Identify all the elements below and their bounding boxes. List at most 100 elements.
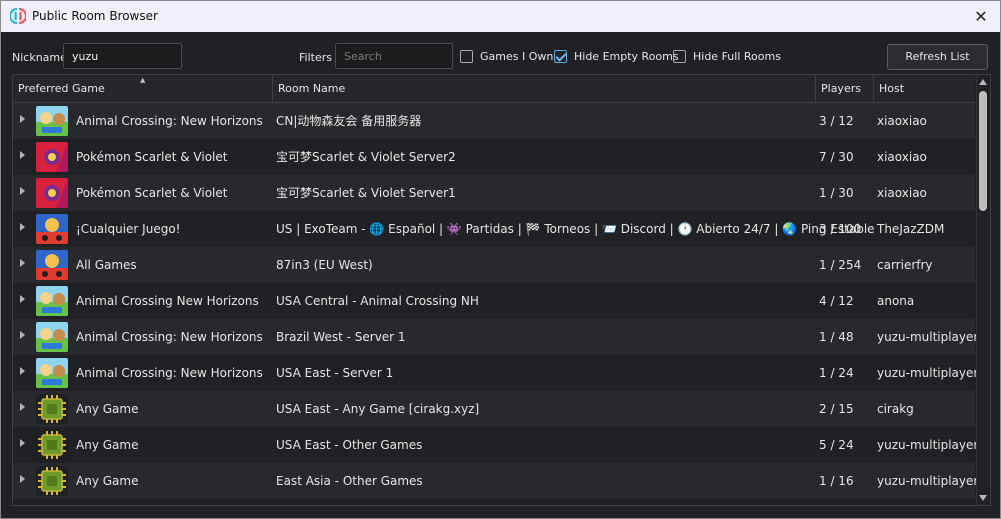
chip-icon <box>36 394 68 424</box>
players-cell: 1 / 254 <box>819 258 862 272</box>
room-name-cell: 宝可梦Scarlet & Violet Server2 <box>276 150 456 164</box>
expand-arrow-icon[interactable] <box>20 295 25 303</box>
preferred-game-cell: All Games <box>76 258 137 272</box>
room-list-table: Preferred Game ▲ Room Name Players Host … <box>12 74 991 506</box>
players-cell: 3 / 12 <box>819 114 854 128</box>
host-cell: xiaoxiao <box>877 186 927 200</box>
chip-icon <box>36 466 68 496</box>
table-row[interactable]: Animal Crossing: New Horizons CN|动物森友会 备用… <box>13 103 975 139</box>
expand-arrow-icon[interactable] <box>20 367 25 375</box>
expand-arrow-icon[interactable] <box>20 403 25 411</box>
hide-empty-rooms-checkbox[interactable]: Hide Empty Rooms <box>554 48 679 64</box>
players-cell: 7 / 30 <box>819 150 854 164</box>
preferred-game-cell: ¡Cualquier Juego! <box>76 222 181 236</box>
host-cell: xiaoxiao <box>877 150 927 164</box>
players-cell: 1 / 16 <box>819 474 854 488</box>
preferred-game-cell: Pokémon Scarlet & Violet <box>76 150 228 164</box>
public-room-browser-window: Public Room Browser ✕ Nickname Filters G… <box>0 0 1001 519</box>
expand-arrow-icon[interactable] <box>20 223 25 231</box>
room-name-cell: East Asia - Other Games <box>276 474 423 488</box>
search-input[interactable] <box>335 43 453 69</box>
room-name-cell: USA East - Other Games <box>276 438 423 452</box>
table-row[interactable]: Any Game USA East - Any Game [cirakg.xyz]… <box>13 391 975 427</box>
expand-arrow-icon[interactable] <box>20 259 25 267</box>
host-cell: TheJazZDM <box>877 222 945 236</box>
host-cell: yuzu-multiplayer <box>877 366 979 380</box>
preferred-game-cell: Animal Crossing: New Horizons <box>76 114 263 128</box>
expand-arrow-icon[interactable] <box>20 439 25 447</box>
preferred-game-cell: Animal Crossing New Horizons <box>76 294 259 308</box>
nickname-label: Nickname <box>12 51 67 64</box>
scroll-thumb[interactable] <box>979 91 987 211</box>
yuzu-app-icon <box>10 8 26 24</box>
preferred-game-cell: Animal Crossing: New Horizons <box>76 366 263 380</box>
players-cell: 2 / 15 <box>819 402 854 416</box>
games-i-own-checkbox[interactable]: Games I Own <box>460 48 553 64</box>
table-row[interactable]: Animal Crossing: New Horizons USA East - … <box>13 355 979 391</box>
scroll-up-arrow-icon[interactable] <box>979 79 987 85</box>
room-name-cell: CN|动物森友会 备用服务器 <box>276 114 422 128</box>
expand-arrow-icon[interactable] <box>20 187 25 195</box>
room-name-cell: 87in3 (EU West) <box>276 258 373 272</box>
refresh-list-button[interactable]: Refresh List <box>887 44 988 70</box>
room-name-cell: Brazil West - Server 1 <box>276 330 406 344</box>
players-cell: 5 / 24 <box>819 438 854 452</box>
preferred-game-cell: Any Game <box>76 474 139 488</box>
host-cell: yuzu-multiplayer <box>877 330 979 344</box>
column-header-host[interactable]: Host <box>874 75 975 102</box>
preferred-game-cell: Pokémon Scarlet & Violet <box>76 186 228 200</box>
toolbar: Nickname Filters Games I Own Hide Empty … <box>1 32 1000 74</box>
expand-arrow-icon[interactable] <box>20 115 25 123</box>
animal-crossing-thumb-icon <box>36 358 68 388</box>
hide-empty-rooms-label: Hide Empty Rooms <box>574 49 679 63</box>
preferred-game-cell: Any Game <box>76 438 139 452</box>
column-header-players[interactable]: Players <box>816 75 874 102</box>
pokemon-sv-thumb-icon <box>36 142 68 172</box>
players-cell: 1 / 30 <box>819 186 854 200</box>
table-row[interactable]: Animal Crossing New Horizons USA Central … <box>13 283 975 319</box>
room-name-cell: USA East - Any Game [cirakg.xyz] <box>276 402 480 416</box>
table-header: Preferred Game ▲ Room Name Players Host <box>13 75 975 103</box>
players-cell: 4 / 12 <box>819 294 854 308</box>
nickname-field[interactable] <box>63 43 182 69</box>
animal-crossing-thumb-icon <box>36 322 68 352</box>
room-name-cell: 宝可梦Scarlet & Violet Server1 <box>276 186 456 200</box>
preferred-game-cell: Animal Crossing: New Horizons <box>76 330 263 344</box>
animal-crossing-thumb-icon <box>36 286 68 316</box>
players-cell: 1 / 24 <box>819 366 854 380</box>
vertical-scrollbar[interactable] <box>976 75 990 505</box>
hide-empty-rooms-box[interactable] <box>554 49 567 63</box>
close-icon[interactable]: ✕ <box>962 1 1000 32</box>
table-row[interactable]: ¡Cualquier Juego! US | ExoTeam - 🌐 Españo… <box>13 211 975 247</box>
room-name-cell: USA East - Server 1 <box>276 366 394 380</box>
host-cell: yuzu-multiplayer <box>877 438 979 452</box>
room-name-cell: USA Central - Animal Crossing NH <box>276 294 479 308</box>
host-cell: xiaoxiao <box>877 114 927 128</box>
hide-full-rooms-box[interactable] <box>673 49 686 63</box>
scroll-down-arrow-icon[interactable] <box>979 495 987 501</box>
table-row[interactable]: Animal Crossing: New Horizons Brazil West… <box>13 319 979 355</box>
expand-arrow-icon[interactable] <box>20 331 25 339</box>
filters-label: Filters <box>299 51 332 64</box>
chip-icon <box>36 430 68 460</box>
host-cell: carrierfry <box>877 258 933 272</box>
games-i-own-label: Games I Own <box>480 49 554 63</box>
expand-arrow-icon[interactable] <box>20 475 25 483</box>
pokemon-sv-thumb-icon <box>36 178 68 208</box>
sort-ascending-icon: ▲ <box>140 76 146 84</box>
table-row[interactable]: All Games 87in3 (EU West) 1 / 254 carrierfr… <box>13 247 975 283</box>
table-row[interactable]: Any Game USA East - Other Games 5 / 24 yuzu… <box>13 427 979 463</box>
column-header-room-name[interactable]: Room Name <box>273 75 816 102</box>
window-title: Public Room Browser <box>32 9 158 23</box>
expand-arrow-icon[interactable] <box>20 151 25 159</box>
table-row[interactable]: Any Game East Asia - Other Games 1 / 16 yuz… <box>13 463 979 499</box>
players-cell: 3 / 100 <box>819 222 862 236</box>
table-row[interactable]: Pokémon Scarlet & Violet 宝可梦Scarlet & Vio… <box>13 175 975 211</box>
hide-full-rooms-checkbox[interactable]: Hide Full Rooms <box>673 48 781 64</box>
host-cell: anona <box>877 294 915 308</box>
host-cell: yuzu-multiplayer <box>877 474 979 488</box>
mario-kart-thumb-icon <box>36 214 68 244</box>
room-name-cell: US | ExoTeam - 🌐 Español | 👾 Partidas | … <box>276 222 875 236</box>
games-i-own-box[interactable] <box>460 49 473 63</box>
table-row[interactable]: Pokémon Scarlet & Violet 宝可梦Scarlet & Vio… <box>13 139 975 175</box>
